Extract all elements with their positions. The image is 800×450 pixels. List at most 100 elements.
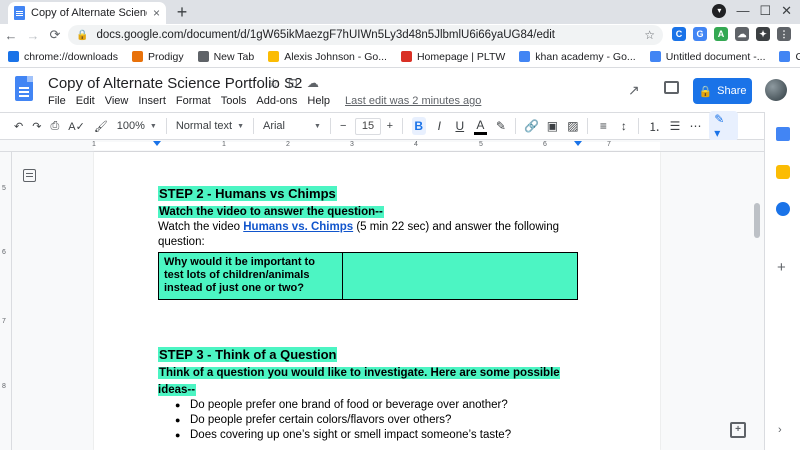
text-color-button[interactable]: A bbox=[473, 117, 488, 135]
star-icon[interactable]: ☆ bbox=[268, 76, 279, 90]
line-spacing-icon[interactable]: ↕ bbox=[617, 117, 631, 135]
underline-button[interactable]: U bbox=[453, 117, 467, 135]
bookmark-item[interactable]: Google Docs bbox=[779, 51, 800, 63]
cloud-status-icon[interactable]: ☁ bbox=[307, 76, 319, 90]
table-answer-cell[interactable] bbox=[342, 252, 578, 300]
docs-header: Copy of Alternate Science Portfolio S2 ☆… bbox=[0, 68, 800, 112]
table-row: Why would it be important to test lots o… bbox=[158, 252, 578, 300]
prodigy-icon bbox=[131, 51, 143, 62]
menu-insert[interactable]: Insert bbox=[138, 95, 166, 107]
tab-search-icon[interactable]: ▾ bbox=[712, 4, 727, 18]
maximize-button[interactable]: ☐ bbox=[759, 4, 771, 18]
right-indent-marker[interactable] bbox=[574, 141, 582, 146]
activity-trend-icon[interactable]: ↗ bbox=[628, 82, 640, 99]
menu-edit[interactable]: Edit bbox=[76, 95, 95, 107]
document-outline-icon[interactable] bbox=[23, 169, 36, 182]
bookmark-item[interactable]: khan academy - Go... bbox=[519, 51, 636, 63]
bookmark-label: Prodigy bbox=[147, 50, 184, 63]
bookmark-star-icon[interactable]: ☆ bbox=[644, 28, 655, 42]
chevron-right-icon[interactable]: › bbox=[778, 424, 782, 436]
calendar-icon[interactable] bbox=[776, 127, 790, 141]
back-button[interactable]: ← bbox=[0, 28, 22, 43]
bookmark-label: chrome://downloads bbox=[24, 50, 118, 63]
editing-mode-pencil-icon[interactable]: ✎ ▾ bbox=[709, 111, 739, 141]
document-body[interactable]: STEP 2 - Humans vs Chimps Watch the vide… bbox=[158, 185, 578, 443]
menu-format[interactable]: Format bbox=[176, 95, 211, 107]
reload-button[interactable]: ⟳ bbox=[44, 27, 66, 43]
extension-icon[interactable]: ☁ bbox=[735, 27, 749, 41]
tasks-icon[interactable] bbox=[776, 202, 790, 216]
highlight-color-icon[interactable]: ✎ bbox=[494, 117, 508, 135]
keep-icon[interactable] bbox=[776, 165, 790, 179]
increase-font-size-button[interactable]: + bbox=[387, 120, 393, 132]
move-folder-icon[interactable]: ⊡ bbox=[288, 76, 298, 90]
paint-format-icon[interactable]: 🖌 bbox=[94, 120, 108, 133]
docs-logo-icon[interactable] bbox=[15, 76, 33, 101]
ruler-number: 1 bbox=[92, 141, 96, 148]
menu-tools[interactable]: Tools bbox=[221, 95, 247, 107]
extension-icon[interactable]: ⋮ bbox=[777, 27, 791, 41]
insert-link-icon[interactable]: 🔗 bbox=[524, 117, 539, 135]
align-icon[interactable]: ≡ bbox=[597, 117, 611, 135]
docs-favicon-icon bbox=[14, 6, 25, 20]
document-page[interactable]: STEP 2 - Humans vs Chimps Watch the vide… bbox=[94, 152, 660, 450]
menu-view[interactable]: View bbox=[105, 95, 129, 107]
extension-icon[interactable]: G bbox=[693, 27, 707, 41]
comment-history-icon[interactable] bbox=[664, 81, 679, 94]
minimize-button[interactable]: — bbox=[736, 4, 749, 18]
more-options-icon[interactable]: ⋯ bbox=[689, 117, 703, 135]
share-button[interactable]: 🔒 Share bbox=[693, 78, 752, 104]
insert-comment-icon[interactable]: ▣ bbox=[546, 117, 560, 135]
tab-close-icon[interactable]: × bbox=[153, 6, 160, 20]
menu-add-ons[interactable]: Add-ons bbox=[256, 95, 297, 107]
divider bbox=[253, 118, 254, 134]
bookmark-item[interactable]: chrome://downloads bbox=[8, 51, 118, 63]
divider bbox=[586, 118, 588, 134]
table-question-cell[interactable]: Why would it be important to test lots o… bbox=[158, 252, 343, 300]
italic-button[interactable]: I bbox=[433, 117, 447, 135]
step3-instruction: Think of a question you would like to in… bbox=[158, 367, 560, 396]
undo-icon[interactable]: ↶ bbox=[14, 120, 23, 133]
document-title[interactable]: Copy of Alternate Science Portfolio S2 bbox=[48, 75, 302, 92]
bold-button[interactable]: B bbox=[411, 117, 426, 135]
step2-paragraph: Watch the video Humans vs. Chimps (5 min… bbox=[158, 220, 578, 250]
bookmark-item[interactable]: Alexis Johnson - Go... bbox=[268, 51, 387, 63]
bookmark-item[interactable]: Prodigy bbox=[131, 50, 184, 63]
bulleted-list-icon[interactable]: ☰ bbox=[668, 117, 682, 135]
redo-icon[interactable]: ↷ bbox=[32, 120, 41, 133]
scrollbar-track[interactable] bbox=[750, 152, 764, 450]
browser-tab[interactable]: Copy of Alternate Science Portfolio × bbox=[8, 2, 166, 24]
extension-icon[interactable]: ✦ bbox=[756, 27, 770, 41]
left-indent-marker[interactable] bbox=[153, 141, 161, 146]
bookmark-item[interactable]: Untitled document -... bbox=[649, 50, 766, 63]
address-bar[interactable]: 🔒 docs.google.com/document/d/1gW65ikMaez… bbox=[68, 25, 663, 45]
last-edit-link[interactable]: Last edit was 2 minutes ago bbox=[345, 95, 481, 107]
forward-button[interactable]: → bbox=[22, 28, 44, 43]
explore-icon[interactable]: + bbox=[730, 422, 746, 438]
bookmark-item[interactable]: New Tab bbox=[197, 51, 254, 63]
extension-icon[interactable]: A bbox=[714, 27, 728, 41]
numbered-list-icon[interactable]: ⒈ bbox=[648, 117, 662, 135]
humans-vs-chimps-link[interactable]: Humans vs. Chimps bbox=[243, 221, 353, 233]
bookmark-label: Untitled document -... bbox=[665, 50, 766, 63]
menu-file[interactable]: File bbox=[48, 95, 66, 107]
font-size-input[interactable]: 15 bbox=[355, 117, 381, 135]
url-text[interactable]: docs.google.com/document/d/1gW65ikMaezgF… bbox=[96, 29, 644, 41]
bookmark-item[interactable]: Homepage | PLTW bbox=[400, 51, 505, 63]
scrollbar-thumb[interactable] bbox=[754, 203, 760, 238]
add-ons-plus-icon[interactable]: + bbox=[777, 260, 786, 275]
new-tab-button[interactable]: + bbox=[172, 3, 192, 23]
decrease-font-size-button[interactable]: − bbox=[340, 120, 346, 132]
spellcheck-icon[interactable]: A✓ bbox=[68, 120, 85, 133]
insert-image-icon[interactable]: ▨ bbox=[566, 117, 580, 135]
menu-help[interactable]: Help bbox=[307, 95, 330, 107]
zoom-select[interactable]: 100% ▼ bbox=[117, 120, 157, 132]
avatar[interactable] bbox=[765, 79, 787, 101]
lock-icon[interactable]: 🔒 bbox=[76, 30, 88, 41]
style-select[interactable]: Normal text ▼ bbox=[176, 120, 244, 132]
close-window-button[interactable]: ✕ bbox=[781, 4, 792, 18]
divider bbox=[637, 118, 639, 134]
extension-icon[interactable]: C bbox=[672, 27, 686, 41]
font-select[interactable]: Arial ▼ bbox=[263, 120, 321, 132]
print-icon[interactable]: ⎙ bbox=[50, 120, 59, 133]
